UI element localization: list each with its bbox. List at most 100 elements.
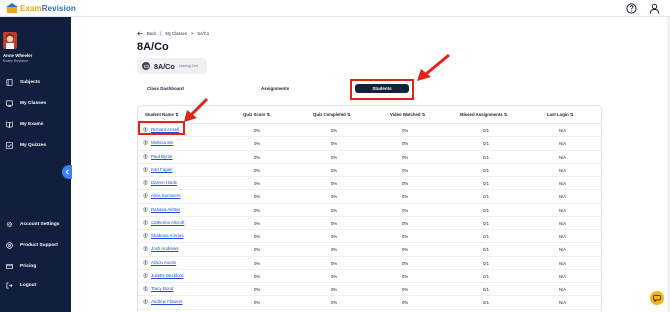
table-row[interactable]: Melissa Sin 0% 0% 0% 0/1 N/A [138,137,601,151]
cell-missed: 0/1 [483,287,489,292]
table-row[interactable]: Catherine Allcroft 0% 0% 0% 0/1 N/A [138,217,601,230]
student-name-cell: Paul Byrne [143,154,172,159]
student-name-cell: Juliette Beckford [143,273,183,278]
sidebar-item-my-exams[interactable]: My Exams [6,121,43,128]
student-name-link[interactable]: Paul Byrne [151,154,172,159]
student-name-link[interactable]: Alison Austin [151,260,176,265]
annotation-highlight-box [138,121,185,135]
sidebar-item-account-settings[interactable]: Account Settings [6,221,59,228]
card-icon [6,263,13,270]
cell-last-login: N/A [559,247,567,253]
person-icon [143,299,148,305]
student-name-link[interactable]: Karl Fagan [151,167,172,172]
table-row[interactable]: Karl Fagan 0% 0% 0% 0/1 N/A [138,164,601,177]
table-row[interactable]: Andrew Flowers 0% 0% 0% 0/1 N/A [138,296,601,310]
student-name-link[interactable]: Alice Summers [151,193,181,198]
support-icon [6,242,13,249]
student-name-link[interactable]: Melissa Sin [151,140,173,145]
student-name-cell: Catherine Allcroft [143,220,184,225]
help-circle-icon[interactable] [626,3,637,14]
cell-quiz-completed: 0% [331,273,338,279]
table-row[interactable]: Juliette Beckford 0% 0% 0% 0/1 N/A [138,270,601,283]
student-name-link[interactable]: Darren Hinde [151,180,177,185]
student-name-link[interactable]: Rahana Akhtar [151,207,180,212]
cell-last-login: N/A [559,234,567,239]
table-row[interactable]: Alison Austin 0% 0% 0% 0/1 N/A [138,257,601,270]
table-row[interactable]: Paul Byrne 0% 0% 0% 0/1 N/A [138,151,601,164]
table-row[interactable]: Tracy Bond 0% 0% 0% 0/1 N/A [138,283,601,297]
table-row[interactable]: Alice Summers 0% 0% 0% 0/1 N/A [138,190,601,204]
sidebar-item-label: Product Support [20,243,58,248]
cell-video-watched: 0% [402,207,409,213]
column-video-watched[interactable]: Video Watched ⇅ [390,112,425,118]
student-name-link[interactable]: Tracy Bond [151,286,173,291]
cell-quiz-completed: 0% [331,181,338,186]
cell-quiz-completed: 0% [331,154,338,160]
sidebar-item-subjects[interactable]: Subjects [6,79,40,86]
tab-bar: Class Dashboard Assignments Students [137,79,602,100]
cell-last-login: N/A [559,128,567,133]
person-icon [143,180,148,185]
student-name-link[interactable]: Andrew Flowers [151,299,182,304]
cell-missed: 0/1 [483,247,489,253]
chevron-left-icon [65,169,69,175]
user-icon[interactable] [649,3,660,14]
student-name-cell: Tracy Bond [143,286,173,291]
person-icon [143,206,148,212]
arrow-left-icon[interactable] [137,31,143,36]
cell-last-login: N/A [559,287,567,292]
cell-quiz-score: 0% [254,167,261,173]
logo[interactable]: ExamRevision [6,3,76,14]
person-icon [143,246,148,252]
cell-last-login: N/A [559,154,567,160]
quiz-icon [6,142,13,149]
cell-missed: 0/1 [483,300,489,306]
column-student-name[interactable]: Student Name ⇅ [145,112,179,118]
student-name-link[interactable]: Catherine Allcroft [151,220,184,225]
annotation-arrow-icon [417,53,450,81]
cell-quiz-completed: 0% [331,287,338,292]
chat-button[interactable] [650,291,664,305]
cell-missed: 0/1 [483,194,489,200]
sidebar-item-pricing[interactable]: Pricing [6,263,36,270]
table-row[interactable]: Shabana Amrani 0% 0% 0% 0/1 N/A [138,230,601,244]
cell-missed: 0/1 [483,167,489,173]
user-name: Anne Wheeler [3,53,33,58]
sidebar-item-logout[interactable]: Logout [6,282,36,289]
cell-video-watched: 0% [402,273,409,279]
breadcrumb-my-classes[interactable]: My Classes [165,31,187,36]
logo-text: ExamRevision [20,4,76,13]
student-name-link[interactable]: Juliette Beckford [151,273,183,278]
tab-assignments[interactable]: Assignments [261,86,289,91]
student-name-link[interactable]: Shabana Amrani [151,233,183,238]
sidebar-item-my-quizzes[interactable]: My Quizzes [6,142,46,149]
tab-class-dashboard[interactable]: Class Dashboard [147,86,184,91]
student-name-cell: Shabana Amrani [143,233,183,238]
user-subtitle: Exam Revision [3,59,29,63]
person-icon [143,286,148,291]
table-header: Student Name ⇅ Quiz Score ⇅ Quiz Complet… [138,106,601,124]
column-missed-assignments[interactable]: Missed Assignments ⇅ [460,112,507,118]
column-quiz-score[interactable]: Quiz Score ⇅ [243,112,270,118]
person-icon [143,272,148,278]
breadcrumb: Back | My Classes > 8A/Co [137,31,209,36]
student-name-cell: Darren Hinde [143,180,177,185]
cell-quiz-completed: 0% [331,234,338,239]
sidebar-item-my-classes[interactable]: My Classes [6,100,46,107]
sidebar-item-product-support[interactable]: Product Support [6,242,58,249]
column-quiz-completed[interactable]: Quiz Completed ⇅ [313,112,351,118]
cell-last-login: N/A [559,194,567,200]
cell-quiz-score: 0% [254,273,261,279]
sidebar-collapse-button[interactable] [62,165,72,179]
class-chip-subtitle: Leaving Cert [178,64,199,68]
avatar[interactable] [3,32,17,49]
table-row[interactable]: Darren Hinde 0% 0% 0% 0/1 N/A [138,177,601,191]
table-row[interactable]: Richard Ansell 0% 0% 0% 0/1 N/A [138,124,601,138]
table-row[interactable]: Josh Andrews 0% 0% 0% 0/1 N/A [138,243,601,257]
cell-last-login: N/A [559,300,567,306]
breadcrumb-back[interactable]: Back [147,31,156,36]
table-row[interactable]: Rahana Akhtar 0% 0% 0% 0/1 N/A [138,204,601,217]
column-last-login[interactable]: Last Login ⇅ [547,112,574,118]
breadcrumb-current: 8A/Co [197,31,210,36]
student-name-link[interactable]: Josh Andrews [151,246,178,251]
